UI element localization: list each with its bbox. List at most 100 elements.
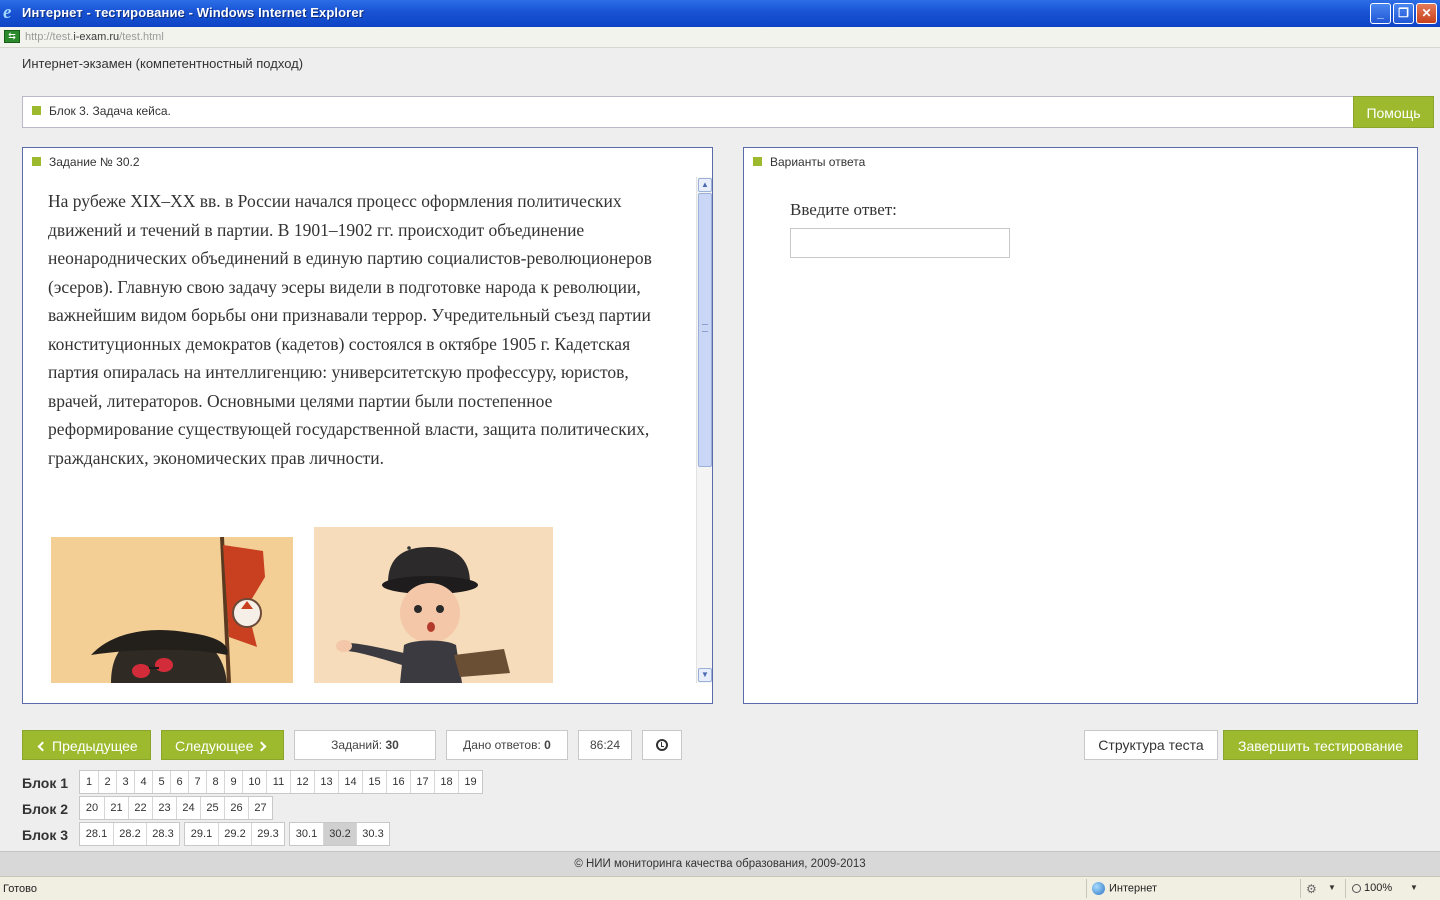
previous-button[interactable]: Предыдущее	[22, 730, 151, 760]
task-number-button[interactable]: 14	[338, 771, 362, 793]
task-number-button[interactable]: 9	[224, 771, 242, 793]
zoom-control[interactable]: 100%	[1352, 882, 1392, 894]
task-marker-icon	[32, 157, 41, 166]
task-number-button[interactable]: 28.1	[80, 823, 113, 845]
scroll-thumb[interactable]	[698, 193, 712, 467]
magnifier-icon	[1352, 883, 1361, 893]
scroll-down-icon[interactable]: ▼	[698, 668, 712, 682]
task-number-button[interactable]: 16	[386, 771, 410, 793]
task-number-button[interactable]: 28.2	[113, 823, 146, 845]
status-bar: Готово Интернет ⚙ ▼ 100% ▼	[0, 876, 1440, 900]
window-titlebar: e Интернет - тестирование - Windows Inte…	[0, 0, 1440, 27]
answers-given-label: Дано ответов:	[463, 738, 541, 752]
answers-given-box: Дано ответов: 0	[446, 730, 568, 760]
task-number-button[interactable]: 23	[152, 797, 176, 819]
url-prefix: http://test.	[25, 31, 74, 43]
task-number-button[interactable]: 30.2	[323, 823, 356, 845]
minimize-button[interactable]: _	[1370, 3, 1391, 24]
task-number-button[interactable]: 30.1	[290, 823, 323, 845]
answer-input[interactable]	[790, 228, 1010, 258]
tasks-count: 30	[385, 738, 399, 752]
task-number-button[interactable]: 7	[188, 771, 206, 793]
block-task-cells: 28.1 28.2 28.3 29.1 29.2 29.3 30.1 30.2 30.3	[79, 822, 394, 846]
task-number-button[interactable]: 27	[248, 797, 272, 819]
task-number-button[interactable]: 5	[152, 771, 170, 793]
answers-given-count: 0	[544, 738, 551, 752]
task-number-button[interactable]: 17	[410, 771, 434, 793]
answer-panel: Варианты ответа Введите ответ:	[743, 147, 1418, 704]
task-number-button[interactable]: 28.3	[146, 823, 179, 845]
task-number-button[interactable]: 25	[200, 797, 224, 819]
protected-mode-icon[interactable]: ⚙	[1306, 882, 1317, 896]
task-number-button[interactable]: 4	[134, 771, 152, 793]
zoom-level: 100%	[1364, 882, 1393, 894]
close-button[interactable]: ✕	[1416, 3, 1437, 24]
scroll-grip-icon	[702, 324, 708, 332]
task-scrollbar[interactable]: ▲ ▼	[696, 177, 712, 683]
internet-explorer-icon: e	[3, 2, 12, 23]
task-number-button[interactable]: 29.2	[218, 823, 251, 845]
next-label: Следующее	[175, 738, 254, 754]
answer-header: Варианты ответа	[770, 155, 866, 169]
task-number-button[interactable]: 10	[242, 771, 266, 793]
url-domain: i-exam.ru	[73, 31, 120, 43]
task-number-button[interactable]: 11	[266, 771, 290, 793]
site-favicon-icon: ⇆	[4, 30, 20, 43]
timer-toggle-button[interactable]	[642, 730, 682, 760]
status-divider	[1300, 879, 1301, 898]
answer-marker-icon	[753, 157, 762, 166]
finish-test-button[interactable]: Завершить тестирование	[1223, 730, 1418, 760]
url-display[interactable]: http://test.i-exam.ru/test.html	[25, 31, 164, 43]
task-number-button[interactable]: 8	[206, 771, 224, 793]
help-button[interactable]: Помощь	[1353, 96, 1434, 128]
window-controls: _ ❐ ✕	[1370, 3, 1437, 24]
task-number-button[interactable]: 15	[362, 771, 386, 793]
task-number-button[interactable]: 18	[434, 771, 458, 793]
task-number-button[interactable]: 29.3	[251, 823, 284, 845]
block-row-label: Блок 3	[22, 827, 69, 843]
globe-icon	[1092, 882, 1105, 895]
task-group: 29.1 29.2 29.3	[184, 822, 285, 846]
zone-label: Интернет	[1109, 882, 1157, 895]
task-number-button[interactable]: 20	[80, 797, 104, 819]
task-header: Задание № 30.2	[49, 155, 140, 169]
task-number-button[interactable]: 29.1	[185, 823, 218, 845]
task-number-button[interactable]: 24	[176, 797, 200, 819]
scroll-up-icon[interactable]: ▲	[698, 178, 712, 192]
exam-page: Интернет-экзамен (компетентностный подхо…	[0, 48, 1440, 876]
tasks-label: Заданий:	[331, 738, 383, 752]
answer-prompt: Введите ответ:	[790, 200, 897, 219]
task-group: 1 2 3 4 5 6 7 8 9 10 11 12 13 14 15 16 17 18 19	[79, 770, 483, 794]
security-zone: Интернет	[1092, 882, 1157, 895]
task-number-button[interactable]: 21	[104, 797, 128, 819]
task-group: 28.1 28.2 28.3	[79, 822, 180, 846]
test-structure-button[interactable]: Структура теста	[1084, 730, 1218, 760]
block-label: Блок 3. Задача кейса.	[49, 104, 171, 118]
next-button[interactable]: Следующее	[161, 730, 284, 760]
status-divider	[1345, 879, 1346, 898]
task-number-button[interactable]: 6	[170, 771, 188, 793]
exam-title: Интернет-экзамен (компетентностный подхо…	[22, 56, 304, 71]
page-footer: © НИИ мониторинга качества образования, …	[0, 851, 1440, 876]
status-text: Готово	[3, 883, 37, 895]
block-task-cells: 1 2 3 4 5 6 7 8 9 10 11 12 13 14 15 16 17 18 19	[79, 770, 487, 794]
task-number-button[interactable]: 22	[128, 797, 152, 819]
task-text: На рубеже XIX–XX вв. в России начался пр…	[48, 191, 652, 468]
restore-button[interactable]: ❐	[1393, 3, 1414, 24]
task-content[interactable]: На рубеже XIX–XX вв. в России начался пр…	[24, 176, 712, 683]
chevron-down-icon[interactable]: ▼	[1410, 883, 1418, 892]
task-number-button[interactable]: 1	[80, 771, 98, 793]
task-number-button[interactable]: 19	[458, 771, 482, 793]
task-group: 20 21 22 23 24 25 26 27	[79, 796, 273, 820]
task-number-button[interactable]: 12	[290, 771, 314, 793]
caricature-kadet-image	[314, 527, 553, 683]
chevron-down-icon[interactable]: ▼	[1328, 883, 1336, 892]
task-number-button[interactable]: 2	[98, 771, 116, 793]
task-number-button[interactable]: 26	[224, 797, 248, 819]
task-number-button[interactable]: 3	[116, 771, 134, 793]
task-number-button[interactable]: 30.3	[356, 823, 389, 845]
task-number-button[interactable]: 13	[314, 771, 338, 793]
task-panel: Задание № 30.2 На рубеже XIX–XX вв. в Ро…	[22, 147, 713, 704]
chevron-right-icon	[256, 741, 267, 752]
url-path: /test.html	[119, 31, 164, 43]
